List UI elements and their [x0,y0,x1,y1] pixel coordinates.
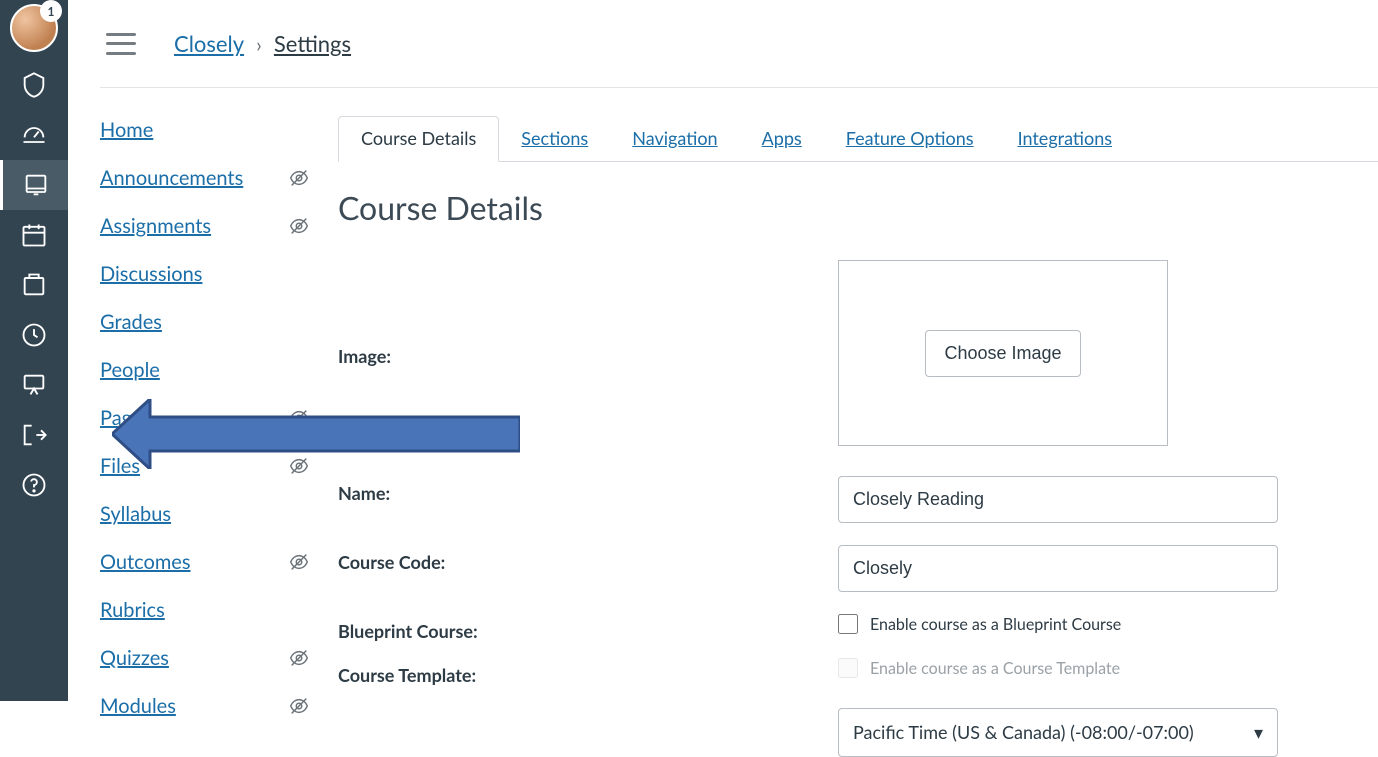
course-nav: Home Announcements Assignments Discussio… [100,118,310,718]
breadcrumb-separator: › [256,33,262,57]
hidden-eye-icon [288,551,310,573]
tab-course-details[interactable]: Course Details [338,116,499,162]
tab-sections[interactable]: Sections [499,117,610,161]
course-nav-item-announcements[interactable]: Announcements [100,166,310,190]
tab-apps[interactable]: Apps [740,117,824,161]
course-code-input[interactable] [838,545,1278,592]
topbar: Closely › Settings [100,0,1378,88]
course-nav-item-grades[interactable]: Grades [100,310,310,334]
course-nav-item-pages[interactable]: Pages [100,406,310,430]
courses-nav-item[interactable] [0,160,68,210]
hidden-eye-icon [288,215,310,237]
blueprint-label: Blueprint Course: [338,614,838,642]
course-nav-item-syllabus[interactable]: Syllabus [100,502,310,526]
course-nav-item-discussions[interactable]: Discussions [100,262,310,286]
blueprint-checkbox-row[interactable]: Enable course as a Blueprint Course [838,614,1338,634]
breadcrumb-current: Settings [274,30,351,57]
dashboard-nav-item[interactable] [0,110,68,160]
course-details-form: Image: Choose Image Name: Course Code: B… [338,260,1338,757]
breadcrumb-course-link[interactable]: Closely [174,30,244,57]
admin-nav-item[interactable] [0,60,68,110]
template-checkbox [838,658,858,678]
history-nav-item[interactable] [0,310,68,360]
name-label: Name: [338,476,838,504]
blueprint-checkbox[interactable] [838,614,858,634]
account-avatar[interactable]: 1 [10,4,58,52]
course-nav-item-quizzes[interactable]: Quizzes [100,646,310,670]
tz-label [338,708,838,714]
hidden-eye-icon [288,167,310,189]
course-nav-item-files[interactable]: Files [100,454,310,478]
logout-nav-item[interactable] [0,410,68,460]
course-nav-item-home[interactable]: Home [100,118,310,142]
commons-nav-item[interactable] [0,360,68,410]
avatar-badge: 1 [40,0,62,22]
course-nav-item-rubrics[interactable]: Rubrics [100,598,310,622]
course-nav-item-outcomes[interactable]: Outcomes [100,550,310,574]
page-title: Course Details [338,188,543,227]
course-nav-item-people[interactable]: People [100,358,310,382]
hamburger-icon[interactable] [106,33,136,55]
course-nav-item-modules[interactable]: Modules [100,694,310,718]
hidden-eye-icon [288,695,310,717]
tab-navigation[interactable]: Navigation [610,117,739,161]
hidden-eye-icon [288,647,310,669]
chevron-down-icon: ▾ [1254,721,1263,744]
inbox-nav-item[interactable] [0,260,68,310]
breadcrumb: Closely › Settings [174,30,351,57]
global-nav-rail: 1 [0,0,68,701]
settings-tabs: Course Details Sections Navigation Apps … [338,118,1378,162]
blueprint-checkbox-label: Enable course as a Blueprint Course [870,615,1121,634]
help-nav-item[interactable] [0,460,68,510]
template-label: Course Template: [338,658,838,686]
image-label: Image: [338,339,838,367]
tab-feature-options[interactable]: Feature Options [824,117,996,161]
timezone-value: Pacific Time (US & Canada) (-08:00/-07:0… [853,721,1194,744]
course-name-input[interactable] [838,476,1278,523]
timezone-select[interactable]: Pacific Time (US & Canada) (-08:00/-07:0… [838,708,1278,757]
calendar-nav-item[interactable] [0,210,68,260]
code-label: Course Code: [338,545,838,573]
course-nav-item-assignments[interactable]: Assignments [100,214,310,238]
tab-integrations[interactable]: Integrations [996,117,1134,161]
template-checkbox-row: Enable course as a Course Template [838,658,1338,678]
choose-image-button[interactable]: Choose Image [925,330,1080,377]
hidden-eye-icon [288,407,310,429]
template-checkbox-label: Enable course as a Course Template [870,659,1120,678]
course-image-box: Choose Image [838,260,1168,446]
hidden-eye-icon [288,455,310,477]
